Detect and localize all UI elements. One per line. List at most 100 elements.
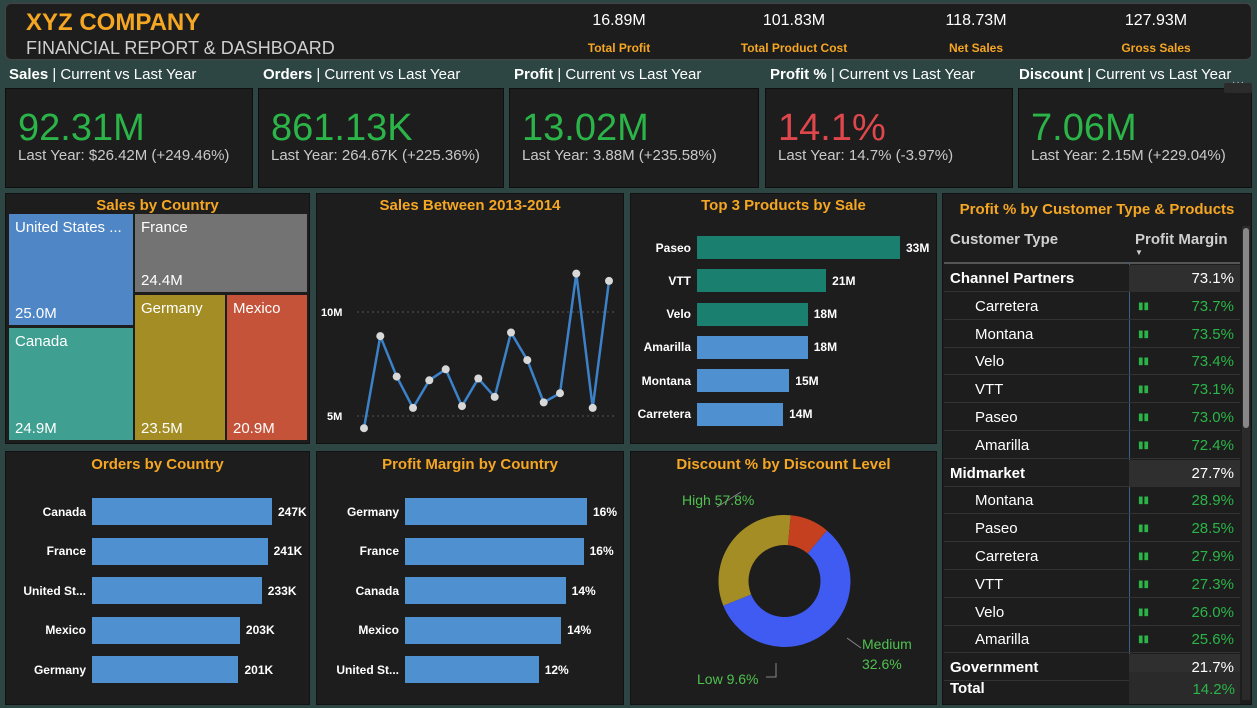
table-row-carretera[interactable]: Carretera ▮▮ 73.7%	[944, 293, 1240, 320]
kpi-suffix: | Current vs Last Year	[48, 66, 197, 83]
bar-united-st[interactable]	[405, 656, 539, 683]
table-row-vtt[interactable]: VTT ▮▮ 73.1%	[944, 376, 1240, 404]
bar-canada[interactable]	[92, 498, 272, 525]
table-row-paseo[interactable]: Paseo ▮▮ 28.5%	[944, 515, 1240, 543]
scrollbar-thumb[interactable]	[1243, 228, 1249, 428]
bar-mexico[interactable]	[405, 616, 562, 644]
table-row-midmarket[interactable]: Midmarket 27.7%	[944, 459, 1240, 487]
bar-carretera[interactable]	[697, 402, 784, 426]
table-row-velo[interactable]: Velo ▮▮ 26.0%	[944, 599, 1240, 626]
panel-orders-by-country: Orders by Country Canada 247K France 241K Un…	[5, 451, 310, 705]
bar-label-amarilla: Amarilla	[643, 340, 691, 355]
donut-slice-medium[interactable]	[718, 515, 791, 606]
bar-canada[interactable]	[405, 577, 566, 604]
table-row-montana[interactable]: Montana ▮▮ 28.9%	[944, 487, 1240, 515]
kpi-flag-icon: ▮▮	[1138, 384, 1150, 396]
product-label: Carretera	[975, 548, 1039, 565]
line-point-10[interactable]	[523, 356, 532, 365]
kpi-name: Discount	[1019, 66, 1084, 83]
line-point-0[interactable]	[360, 424, 368, 433]
table-row-vtt[interactable]: VTT ▮▮ 27.3%	[944, 571, 1240, 598]
label-low: Low 9.6%	[697, 671, 758, 687]
profit-margin-value: 73.4%	[1191, 353, 1234, 371]
total-label: Total	[950, 680, 985, 697]
table-row-paseo[interactable]: Paseo ▮▮ 73.0%	[944, 404, 1240, 431]
bar-velo[interactable]	[697, 302, 808, 326]
kpi-value: 92.31M	[18, 107, 145, 149]
profit-margin-value: 27.3%	[1191, 575, 1234, 593]
line-point-15[interactable]	[605, 276, 613, 285]
bar-label-canada: Canada	[42, 504, 86, 519]
header-divider	[944, 262, 1240, 264]
panel-title: Top 3 Products by Sale	[701, 197, 866, 214]
y-tick-5m: 5M	[327, 411, 342, 423]
treemap-cell-france[interactable]: France 24.4M	[135, 214, 307, 292]
bar-value-germany: 201K	[244, 662, 274, 677]
bar-france[interactable]	[405, 537, 584, 565]
line-point-8[interactable]	[490, 392, 499, 401]
bar-germany[interactable]	[92, 656, 239, 683]
profit-margin-value: 27.7%	[1191, 464, 1234, 482]
line-point-12[interactable]	[556, 389, 564, 398]
line-point-2[interactable]	[392, 372, 401, 381]
treemap-label: Canada	[15, 333, 68, 350]
bar-label-velo: Velo	[666, 307, 691, 322]
scrollbar-track[interactable]	[1242, 226, 1250, 700]
kpi-last-year: Last Year: 14.7% (-3.97%)	[778, 147, 954, 164]
treemap-label: United States ...	[15, 219, 122, 236]
bar-france[interactable]	[92, 537, 268, 565]
treemap-label: Germany	[141, 300, 203, 317]
treemap-cell-germany[interactable]: Germany 23.5M	[135, 295, 225, 440]
treemap-value: 24.9M	[15, 420, 57, 437]
kpi-flag-icon: ▮▮	[1138, 328, 1150, 340]
line-point-1[interactable]	[376, 332, 385, 341]
table-row-amarilla[interactable]: Amarilla ▮▮ 25.6%	[944, 626, 1240, 654]
bar-value-velo: 18M	[813, 307, 838, 322]
bar-united-st[interactable]	[92, 577, 262, 604]
table-row-carretera[interactable]: Carretera ▮▮ 27.9%	[944, 543, 1240, 570]
treemap-cell-mexico[interactable]: Mexico 20.9M	[227, 295, 307, 440]
treemap-cell-canada[interactable]: Canada 24.9M	[9, 328, 133, 440]
bar-value-canada: 14%	[571, 583, 596, 598]
line-point-9[interactable]	[507, 328, 515, 337]
line-point-11[interactable]	[539, 398, 548, 407]
label-high: High 57.8%	[682, 492, 754, 508]
table-row-velo[interactable]: Velo ▮▮ 73.4%	[944, 348, 1240, 376]
bar-label-mexico: Mexico	[45, 623, 86, 637]
line-point-4[interactable]	[425, 376, 434, 385]
treemap-cell-united-states[interactable]: United States ... 25.0M	[9, 214, 133, 325]
bar-label-germany: Germany	[33, 662, 86, 677]
bar-vtt[interactable]	[697, 269, 827, 293]
bar-montana[interactable]	[697, 369, 790, 393]
line-point-3[interactable]	[409, 403, 417, 412]
column-header-customer-type[interactable]: Customer Type	[950, 231, 1058, 248]
line-point-6[interactable]	[458, 402, 466, 411]
kpi-suffix: | Current vs Last Year	[553, 66, 702, 83]
bar-germany[interactable]	[405, 498, 587, 525]
kpi-title-profit: Profit | Current vs Last Year	[514, 66, 701, 83]
bar-amarilla[interactable]	[697, 335, 808, 359]
sort-desc-icon[interactable]: ▼	[1135, 248, 1143, 257]
line-point-5[interactable]	[441, 365, 450, 374]
bar-mexico[interactable]	[92, 616, 240, 644]
kpi-last-year: Last Year: 2.15M (+229.04%)	[1031, 147, 1226, 164]
bar-value-amarilla: 18M	[813, 340, 838, 355]
kpi-name: Profit %	[770, 66, 827, 83]
line-point-13[interactable]	[572, 269, 581, 278]
line-point-7[interactable]	[474, 374, 483, 383]
line-point-14[interactable]	[588, 403, 597, 412]
column-header-profit-margin[interactable]: Profit Margin	[1135, 231, 1228, 248]
more-options-button[interactable]: ···	[1224, 77, 1252, 93]
profit-margin-value: 25.6%	[1191, 631, 1234, 649]
table-row-channel-partners[interactable]: Channel Partners 73.1%	[944, 265, 1240, 292]
product-label: VTT	[975, 575, 1004, 593]
bar-label-canada: Canada	[355, 583, 399, 598]
company-name: XYZ COMPANY	[26, 9, 201, 36]
bar-value-mexico: 14%	[567, 623, 592, 637]
kpi-title-orders: Orders | Current vs Last Year	[263, 66, 460, 83]
table-row-montana[interactable]: Montana ▮▮ 73.5%	[944, 321, 1240, 348]
bar-paseo[interactable]	[697, 236, 900, 259]
bar-label-germany: Germany	[346, 504, 399, 519]
group-label: Channel Partners	[950, 270, 1075, 287]
table-row-amarilla[interactable]: Amarilla ▮▮ 72.4%	[944, 432, 1240, 459]
